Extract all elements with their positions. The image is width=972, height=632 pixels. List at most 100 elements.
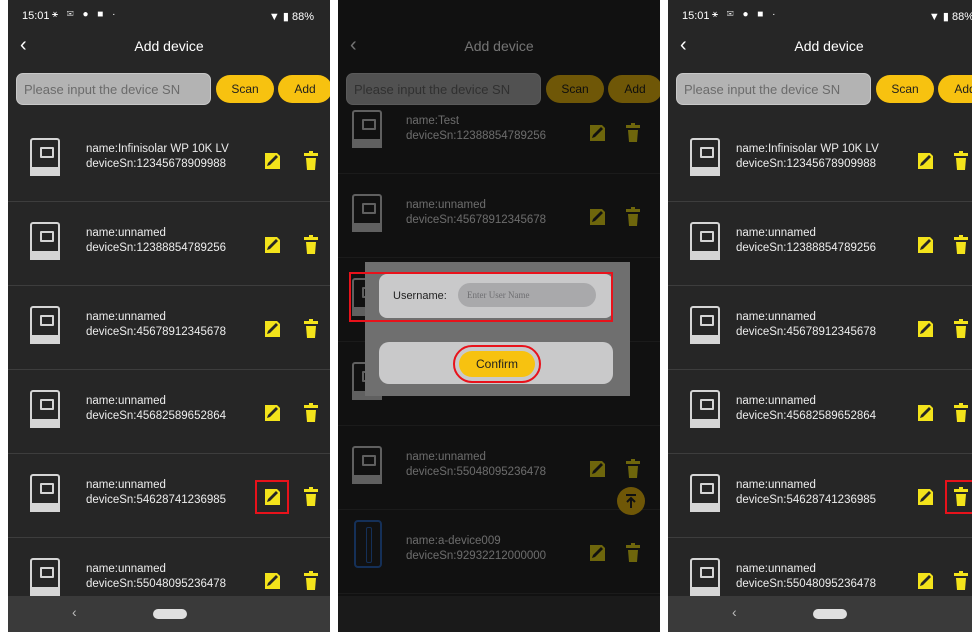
trash-icon[interactable] <box>951 234 971 256</box>
battery-level: 88% <box>291 11 314 23</box>
device-sn: deviceSn:55048095236478 <box>86 578 227 590</box>
device-info: name:unnamed deviceSn:12388854789256 <box>736 226 876 256</box>
device-name: name:unnamed <box>86 563 166 575</box>
device-name: name:unnamed <box>736 395 816 407</box>
home-pill[interactable] <box>153 609 187 619</box>
device-info: name:Infinisolar WP 10K LV deviceSn:12345… <box>736 142 879 172</box>
device-icon <box>690 306 720 344</box>
device-info: name:unnamed deviceSn:45678912345678 <box>86 310 226 340</box>
home-pill[interactable] <box>813 609 847 619</box>
status-bar: 15:01 ⚹ ✉ ● ■ · ▼ ▮ 88% <box>8 0 330 30</box>
trash-icon[interactable] <box>301 150 321 172</box>
device-list-item[interactable]: name:unnamed deviceSn:45682589652864 <box>8 370 330 454</box>
trash-icon[interactable] <box>301 318 321 340</box>
device-info: name:Test deviceSn:12388854789256 <box>406 114 546 144</box>
arrow-up-icon <box>626 494 636 508</box>
device-list-item[interactable]: name:unnamed deviceSn:45678912345678 <box>8 286 330 370</box>
nav-back-icon[interactable]: ‹ <box>732 604 737 620</box>
edit-icon[interactable] <box>261 318 283 340</box>
device-info: name:unnamed deviceSn:55048095236478 <box>736 562 876 592</box>
trash-icon[interactable] <box>301 570 321 592</box>
device-list-item[interactable]: name:unnamed deviceSn:55048095236478 <box>338 426 660 510</box>
edit-icon[interactable] <box>914 486 936 508</box>
page-title: Add device <box>134 38 204 54</box>
edit-icon[interactable] <box>914 150 936 172</box>
device-icon <box>352 110 382 148</box>
device-list-item[interactable]: name:Test deviceSn:12388854789256 <box>338 90 660 174</box>
trash-icon[interactable] <box>623 458 643 480</box>
device-sn: deviceSn:12388854789256 <box>86 242 227 254</box>
trash-icon[interactable] <box>623 206 643 228</box>
edit-icon[interactable] <box>914 570 936 592</box>
device-list-item[interactable]: name:unnamed deviceSn:12388854789256 <box>668 202 972 286</box>
device-list-item[interactable]: name:a-device009 deviceSn:92932212000000 <box>338 510 660 594</box>
device-info: name:a-device009 deviceSn:92932212000000 <box>406 534 546 564</box>
confirm-button[interactable]: Confirm <box>453 345 541 383</box>
edit-icon[interactable] <box>261 234 283 256</box>
trash-icon[interactable] <box>623 542 643 564</box>
device-list-item[interactable]: name:Infinisolar WP 10K LV deviceSn:12345… <box>668 118 972 202</box>
trash-icon[interactable] <box>301 402 321 424</box>
device-name: name:unnamed <box>86 395 166 407</box>
device-sn-input[interactable] <box>676 73 871 105</box>
device-list-item[interactable]: name:unnamed deviceSn:45682589652864 <box>668 370 972 454</box>
trash-icon[interactable] <box>623 122 643 144</box>
trash-icon[interactable] <box>301 486 321 508</box>
add-button[interactable]: Add <box>938 75 972 103</box>
device-icon <box>690 474 720 512</box>
device-sn: deviceSn:55048095236478 <box>406 466 547 478</box>
device-list-item[interactable]: name:unnamed deviceSn:12388854789256 <box>8 202 330 286</box>
status-time: 15:01 <box>682 10 710 22</box>
trash-icon[interactable] <box>951 570 971 592</box>
edit-icon[interactable] <box>586 458 608 480</box>
edit-icon[interactable] <box>914 402 936 424</box>
edit-icon[interactable] <box>255 480 289 514</box>
device-icon <box>30 474 60 512</box>
scan-button[interactable]: Scan <box>876 75 934 103</box>
edit-icon[interactable] <box>586 122 608 144</box>
device-icon <box>30 390 60 428</box>
edit-icon[interactable] <box>914 234 936 256</box>
device-list-item[interactable]: name:unnamed deviceSn:45678912345678 <box>668 286 972 370</box>
search-row: Scan Add <box>8 70 330 108</box>
system-nav-bar: ‹ <box>8 596 330 632</box>
device-sn: deviceSn:12345678909988 <box>86 158 227 170</box>
edit-icon[interactable] <box>586 206 608 228</box>
trash-icon[interactable] <box>945 480 972 514</box>
device-info: name:unnamed deviceSn:45678912345678 <box>736 310 876 340</box>
trash-icon[interactable] <box>301 234 321 256</box>
scan-button[interactable]: Scan <box>216 75 274 103</box>
device-list-item[interactable]: name:unnamed deviceSn:45678912345678 <box>338 174 660 258</box>
device-sn: deviceSn:55048095236478 <box>736 578 877 590</box>
search-row: Scan Add <box>668 70 972 108</box>
device-list-item[interactable]: name:unnamed deviceSn:54628741236985 <box>668 454 972 538</box>
device-name: name:unnamed <box>406 199 486 211</box>
trash-icon[interactable] <box>951 402 971 424</box>
scroll-top-button[interactable] <box>617 487 645 515</box>
tall-device-icon <box>354 520 382 568</box>
edit-icon[interactable] <box>261 150 283 172</box>
app-header: ‹ Add device <box>338 30 660 64</box>
trash-icon[interactable] <box>951 318 971 340</box>
edit-icon[interactable] <box>586 542 608 564</box>
device-sn: deviceSn:54628741236985 <box>736 494 877 506</box>
notification-icons: ⚹ ✉ ● ■ · <box>52 9 119 20</box>
status-time: 15:01 <box>22 10 50 22</box>
app-header: ‹ Add device <box>668 30 972 64</box>
add-button[interactable]: Add <box>278 75 330 103</box>
nav-back-icon[interactable]: ‹ <box>72 604 77 620</box>
device-icon <box>690 558 720 596</box>
edit-icon[interactable] <box>261 402 283 424</box>
edit-icon[interactable] <box>261 570 283 592</box>
device-sn: deviceSn:45678912345678 <box>406 214 547 226</box>
device-list-item[interactable]: name:unnamed deviceSn:54628741236985 <box>8 454 330 538</box>
device-icon <box>352 446 382 484</box>
device-sn: deviceSn:12345678909988 <box>736 158 877 170</box>
trash-icon[interactable] <box>951 150 971 172</box>
device-icon <box>30 222 60 260</box>
device-icon <box>690 138 720 176</box>
status-bar: 15:01 ⚹ ✉ ● ■ · ▼ ▮ 88% <box>668 0 972 30</box>
device-list-item[interactable]: name:Infinisolar WP 10K LV deviceSn:12345… <box>8 118 330 202</box>
device-sn-input[interactable] <box>16 73 211 105</box>
edit-icon[interactable] <box>914 318 936 340</box>
